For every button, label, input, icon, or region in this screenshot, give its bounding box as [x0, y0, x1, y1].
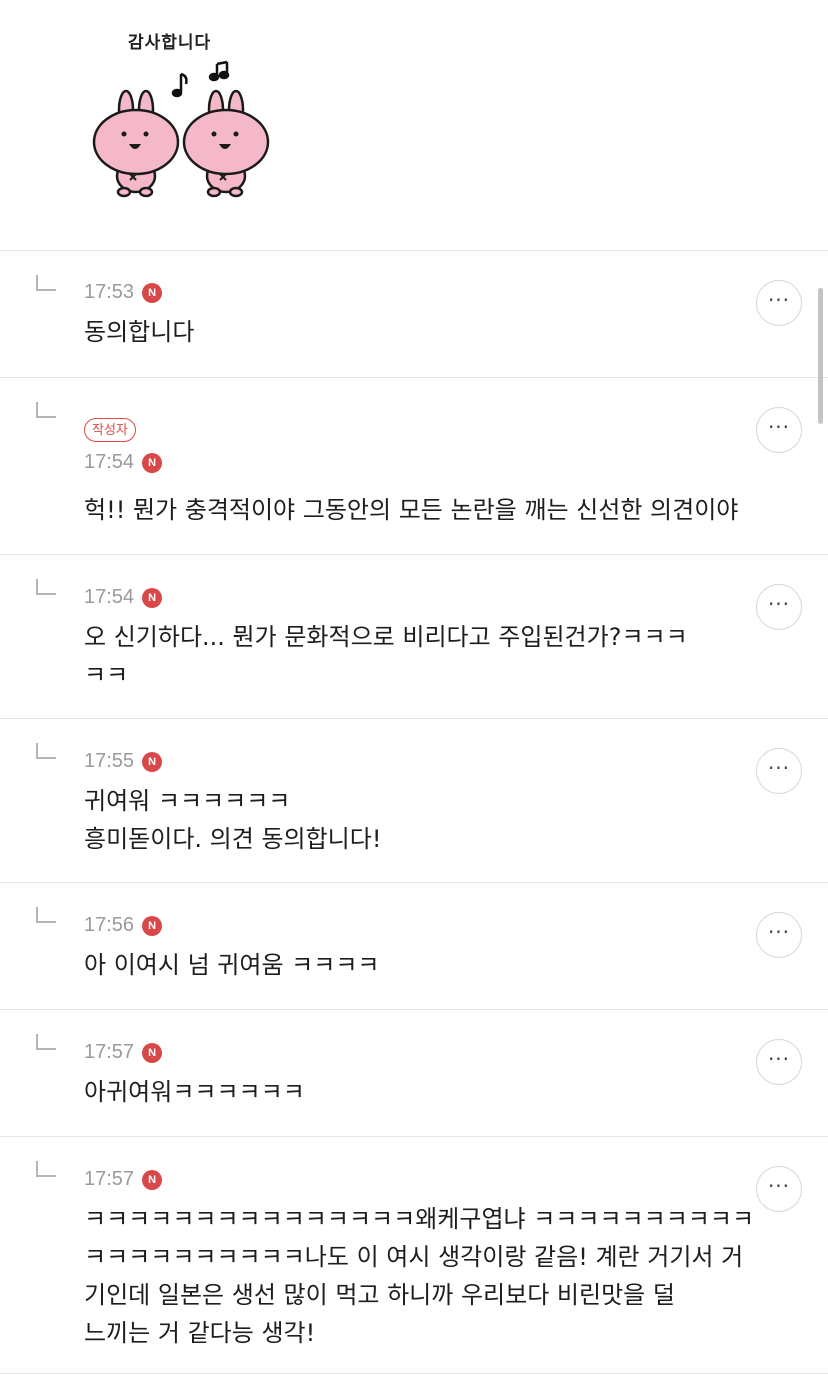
- comment-line: 귀여워 ㅋㅋㅋㅋㅋㅋ: [84, 787, 291, 815]
- more-options-button[interactable]: ···: [756, 748, 802, 794]
- sticker-caption: 감사합니다: [128, 33, 212, 53]
- new-badge: N: [142, 915, 163, 936]
- comment-line: 아 이여시 넘 귀여움 ㅋㅋㅋㅋ: [84, 951, 380, 979]
- comment-line: 느끼는 거 같다능 생각!: [84, 1319, 316, 1347]
- comment-time: 17:55: [84, 750, 135, 772]
- comment-item: 작성자 17:54 N 헉!! 뭔가 충격적이야 그동안의 모든 논란을 깨는 …: [0, 378, 828, 554]
- more-horizontal-icon: ···: [767, 415, 791, 439]
- comment-time: 17:53: [84, 281, 135, 303]
- comment-item: 17:57 N ㅋㅋㅋㅋㅋㅋㅋㅋㅋㅋㅋㅋㅋㅋㅋ왜케구엽냐 ㅋㅋㅋㅋㅋㅋㅋㅋㅋㅋ …: [0, 1137, 828, 1373]
- comment-text: 귀여워 ㅋㅋㅋㅋㅋㅋ 흥미돋이다. 의견 동의합니다!: [84, 782, 754, 858]
- more-horizontal-icon: ···: [767, 288, 791, 312]
- comment-time: 17:57: [84, 1041, 135, 1063]
- more-options-button[interactable]: ···: [756, 912, 802, 958]
- comment-time: 17:54: [84, 586, 135, 608]
- comment-item: 17:56 N 아 이여시 넘 귀여움 ㅋㅋㅋㅋ ···: [0, 883, 828, 1009]
- comment-time: 17:56: [84, 914, 135, 936]
- comment-item: 17:53 N 동의합니다 ···: [0, 251, 828, 377]
- comment-meta: 17:56 N: [84, 914, 163, 937]
- more-horizontal-icon: ···: [767, 1174, 791, 1198]
- comment-text: 아 이여시 넘 귀여움 ㅋㅋㅋㅋ: [84, 946, 754, 984]
- comment-text: 헉!! 뭔가 충격적이야 그동안의 모든 논란을 깨는 신선한 의견이야: [84, 491, 804, 529]
- reply-arrow-icon: [36, 1161, 56, 1177]
- comment-meta: 17:55 N: [84, 750, 163, 773]
- more-horizontal-icon: ···: [767, 1047, 791, 1071]
- comment-line: 기인데 일본은 생선 많이 먹고 하니까 우리보다 비린맛을 덜: [84, 1281, 675, 1309]
- new-badge: N: [142, 1169, 163, 1190]
- comment-text: 아귀여워ㅋㅋㅋㅋㅋㅋ: [84, 1073, 754, 1111]
- comment-line: 동의합니다: [84, 318, 195, 346]
- more-horizontal-icon: ···: [767, 756, 791, 780]
- new-badge: N: [142, 1042, 163, 1063]
- comment-line: ㅋㅋㅋㅋㅋㅋㅋㅋㅋㅋ나도 이 여시 생각이랑 같음! 계란 거기서 거: [84, 1243, 744, 1271]
- comment-meta: 17:57 N: [84, 1168, 163, 1191]
- author-badge: 작성자: [84, 418, 136, 442]
- comment-text: ㅋㅋㅋㅋㅋㅋㅋㅋㅋㅋㅋㅋㅋㅋㅋ왜케구엽냐 ㅋㅋㅋㅋㅋㅋㅋㅋㅋㅋ ㅋㅋㅋㅋㅋㅋㅋㅋ…: [84, 1200, 754, 1352]
- more-options-button[interactable]: ···: [756, 280, 802, 326]
- reply-arrow-icon: [36, 1034, 56, 1050]
- new-badge: N: [142, 587, 163, 608]
- comment-item: 17:55 N 귀여워 ㅋㅋㅋㅋㅋㅋ 흥미돋이다. 의견 동의합니다! ···: [0, 719, 828, 882]
- reply-arrow-icon: [36, 275, 56, 291]
- comment-text: 동의합니다: [84, 313, 754, 351]
- comment-text: 오 신기하다... 뭔가 문화적으로 비리다고 주입된건가?ㅋㅋㅋ ㅋㅋ: [84, 618, 754, 694]
- more-options-button[interactable]: ···: [756, 584, 802, 630]
- more-options-button[interactable]: ···: [756, 407, 802, 453]
- comment-line: 흥미돋이다. 의견 동의합니다!: [84, 825, 382, 853]
- comment-meta: 17:54 N: [84, 451, 163, 474]
- comment-item: 17:57 N 아귀여워ㅋㅋㅋㅋㅋㅋ ···: [0, 1010, 828, 1136]
- new-badge: N: [142, 751, 163, 772]
- new-badge: N: [142, 452, 163, 473]
- comment-line: 오 신기하다... 뭔가 문화적으로 비리다고 주입된건가?ㅋㅋㅋ: [84, 623, 688, 651]
- comment-time: 17:54: [84, 451, 135, 473]
- divider: [0, 1373, 828, 1374]
- comment-time: 17:57: [84, 1168, 135, 1190]
- more-horizontal-icon: ···: [767, 920, 791, 944]
- comment-meta: 17:57 N: [84, 1041, 163, 1064]
- more-horizontal-icon: ···: [767, 592, 791, 616]
- reply-arrow-icon: [36, 402, 56, 418]
- more-options-button[interactable]: ···: [756, 1166, 802, 1212]
- comment-meta: 17:54 N: [84, 586, 163, 609]
- comment-line: 아귀여워ㅋㅋㅋㅋㅋㅋ: [84, 1078, 305, 1106]
- sticker-area: 감사합니다: [0, 0, 828, 250]
- comment-line: ㅋㅋ: [84, 661, 129, 689]
- scrollbar[interactable]: [818, 288, 823, 424]
- bunny-pair-sticker-icon: [92, 60, 270, 198]
- reply-arrow-icon: [36, 743, 56, 759]
- more-options-button[interactable]: ···: [756, 1039, 802, 1085]
- comment-line: 헉!! 뭔가 충격적이야 그동안의 모든 논란을 깨는 신선한 의견이야: [84, 496, 739, 524]
- comment-item: 17:54 N 오 신기하다... 뭔가 문화적으로 비리다고 주입된건가?ㅋㅋ…: [0, 555, 828, 718]
- new-badge: N: [142, 282, 163, 303]
- reply-arrow-icon: [36, 907, 56, 923]
- comment-line: ㅋㅋㅋㅋㅋㅋㅋㅋㅋㅋㅋㅋㅋㅋㅋ왜케구엽냐 ㅋㅋㅋㅋㅋㅋㅋㅋㅋㅋ: [84, 1205, 755, 1233]
- comment-meta: 17:53 N: [84, 281, 163, 304]
- reply-arrow-icon: [36, 579, 56, 595]
